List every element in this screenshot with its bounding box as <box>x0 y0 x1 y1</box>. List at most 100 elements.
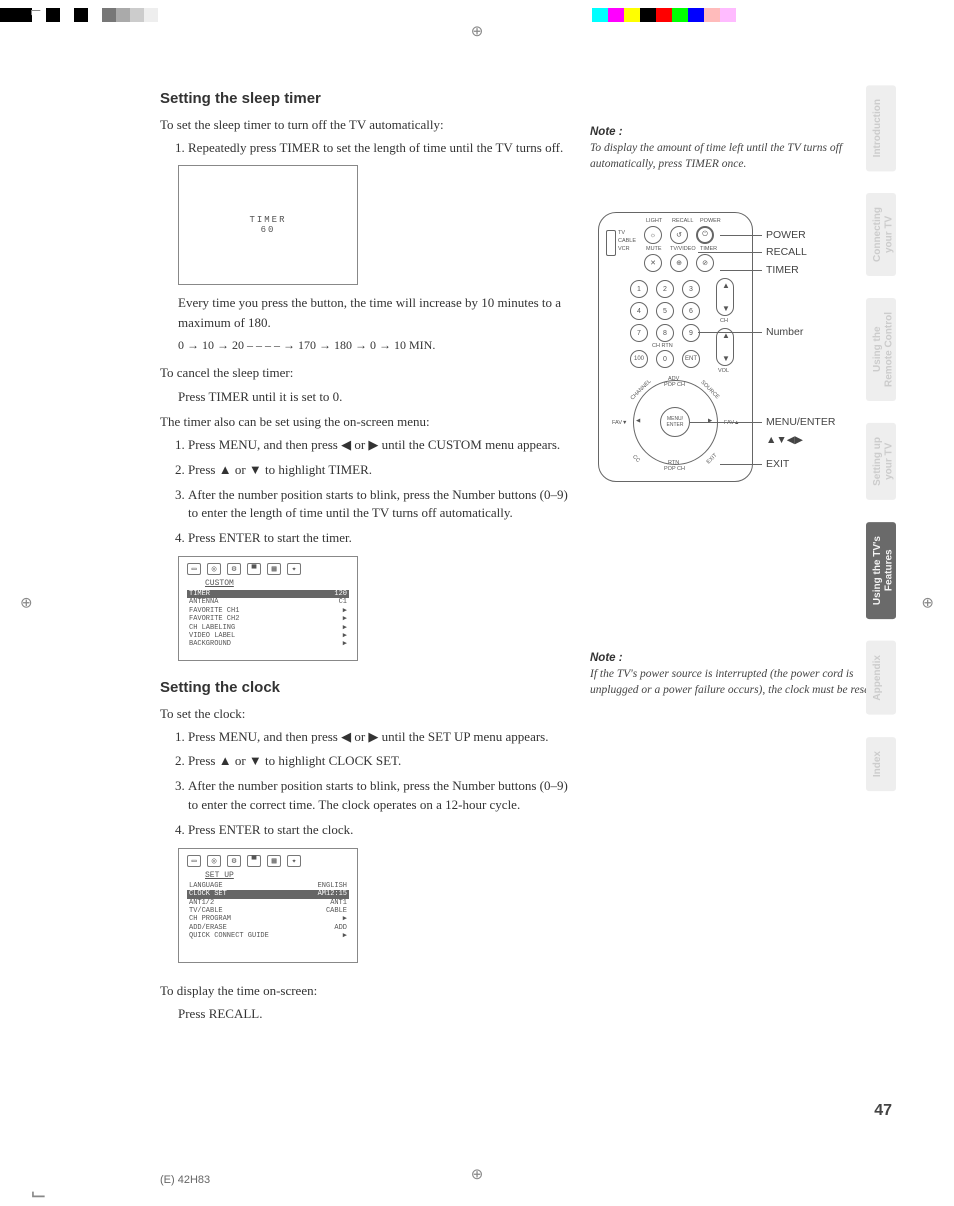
ch-rocker: ▲ ▼ <box>716 278 734 316</box>
menu-tab-icon: ✦ <box>287 563 301 575</box>
timer-sequence: 0 → 10 → 20 – – – – → 170 → 180 → 0 → 10… <box>178 338 570 353</box>
menu-row-value: 120 <box>334 590 347 598</box>
section-tab: Setting up your TV <box>866 423 896 500</box>
menu-icon-row: ▭◎⚙▀▦✦ <box>187 855 349 867</box>
color-swatch <box>764 8 778 22</box>
num-4: 4 <box>630 302 648 320</box>
menu-row-label: CH LABELING <box>189 624 235 632</box>
menu-row-label: ADD/ERASE <box>189 924 227 932</box>
main-column: Setting the sleep timer To set the sleep… <box>160 90 570 1030</box>
menu-tab-icon: ▭ <box>187 563 201 575</box>
menu-title: CUSTOM <box>205 579 349 588</box>
num-5: 5 <box>656 302 674 320</box>
callout-recall: RECALL <box>766 246 807 258</box>
section-tabs: Introduction Connecting your TV Using the … <box>866 85 896 791</box>
menu-row-value: ▶ <box>343 632 347 640</box>
list-item: After the number position starts to blin… <box>188 486 570 524</box>
osmenu-intro: The timer also can be set using the on-s… <box>160 412 570 432</box>
custom-menu-box: ▭◎⚙▀▦✦ CUSTOM TIMER120ANTENNAC1FAVORITE … <box>178 556 358 661</box>
switch-label-cable: CABLE <box>618 238 636 244</box>
menu-icon-row: ▭◎⚙▀▦✦ <box>187 563 349 575</box>
menu-row: CH PROGRAM▶ <box>187 915 349 923</box>
menu-tab-icon: ▦ <box>267 563 281 575</box>
menu-row: FAVORITE CH2▶ <box>187 615 349 623</box>
menu-row-value: ▶ <box>343 624 347 632</box>
color-swatch <box>88 8 102 22</box>
after-box-text: Every time you press the button, the tim… <box>178 293 570 332</box>
menu-row: ADD/ERASE ADD <box>187 924 349 932</box>
list-item: Repeatedly press TIMER to set the length… <box>188 139 570 158</box>
callout-line <box>698 332 762 333</box>
color-swatch <box>672 8 688 22</box>
clock-steps: Press MENU, and then press ◀ or ▶ until … <box>160 728 570 840</box>
color-swatch <box>656 8 672 22</box>
callout-menu-enter: MENU/ENTER <box>766 416 835 428</box>
callout-line <box>698 252 762 253</box>
menu-row-label: LANGUAGE <box>189 882 223 890</box>
menu-row-label: TV/CABLE <box>189 907 223 915</box>
menu-tab-icon: ▀ <box>247 563 261 575</box>
menu-tab-icon: ▭ <box>187 855 201 867</box>
menu-row: BACKGROUND▶ <box>187 640 349 648</box>
menu-tab-icon: ◎ <box>207 563 221 575</box>
registration-mark-left: ⊕ <box>20 594 33 613</box>
section-tab: Index <box>866 737 896 791</box>
sleep-steps-2: Press MENU, and then press ◀ or ▶ until … <box>160 436 570 548</box>
callout-exit: EXIT <box>766 458 789 470</box>
footer-model: (E) 42H83 <box>160 1174 210 1186</box>
osd-line: TIMER <box>249 215 286 225</box>
display-time-intro: To display the time on-screen: <box>160 981 570 1001</box>
power-button: ⏻ <box>696 226 714 244</box>
note-label: Note : <box>590 652 890 664</box>
menu-row-value: ▶ <box>343 607 347 615</box>
menu-row: QUICK CONNECT GUIDE▶ <box>187 932 349 940</box>
label-favdn: FAV▼ <box>612 420 627 426</box>
menu-row: ANT1/2ANT1 <box>187 899 349 907</box>
label-chrtn: CH RTN <box>652 343 673 349</box>
registration-mark-right: ⊕ <box>921 594 934 613</box>
menu-row-value: ADD <box>334 924 347 932</box>
num-0: 0 <box>656 350 674 368</box>
print-color-bar <box>0 8 954 22</box>
color-swatch <box>624 8 640 22</box>
ent-button: ENT <box>682 350 700 368</box>
section-tab: Connecting your TV <box>866 193 896 276</box>
menu-row: VIDEO LABEL▶ <box>187 632 349 640</box>
section-tab: Using the Remote Control <box>866 298 896 401</box>
list-item: Press ▲ or ▼ to highlight CLOCK SET. <box>188 752 570 771</box>
menu-tab-icon: ◎ <box>207 855 221 867</box>
num-2: 2 <box>656 280 674 298</box>
menu-row-label: CLOCK SET <box>189 890 227 898</box>
callout-power: POWER <box>766 229 806 241</box>
num-9: 9 <box>682 324 700 342</box>
menu-row-value: ▶ <box>343 915 347 923</box>
registration-mark-top: ⊕ <box>471 22 484 41</box>
sleep-steps-1: Repeatedly press TIMER to set the length… <box>160 139 570 158</box>
mute-button: ✕ <box>644 254 662 272</box>
color-swatch <box>704 8 720 22</box>
crop-mark-tl: ⌐ <box>30 0 41 23</box>
osd-line: 60 <box>261 225 276 235</box>
callout-line <box>690 422 762 423</box>
menu-tab-icon: ▀ <box>247 855 261 867</box>
remote-diagram-wrap: TV CABLE VCR LIGHT RECALL POWER ☼ ↺ ⏻ MU… <box>590 212 890 522</box>
mode-switch <box>606 230 616 256</box>
menu-row-value: ▶ <box>343 640 347 648</box>
section-tab: Introduction <box>866 85 896 171</box>
color-swatch <box>74 8 88 22</box>
color-swatch <box>158 8 172 22</box>
label-popch: POP CH <box>664 382 685 388</box>
color-swatch <box>592 8 608 22</box>
menu-row-value: ENGLISH <box>318 882 347 890</box>
vol-rocker: ▲ ▼ <box>716 328 734 366</box>
color-swatch <box>608 8 624 22</box>
recall-button: ↺ <box>670 226 688 244</box>
menu-row: ANTENNAC1 <box>187 598 349 606</box>
num-8: 8 <box>656 324 674 342</box>
menu-row-label: FAVORITE CH1 <box>189 607 239 615</box>
menu-row: CH LABELING ▶ <box>187 624 349 632</box>
chevron-down-icon: ▼ <box>722 354 730 363</box>
timer-button: ⊘ <box>696 254 714 272</box>
label-favup: FAV▲ <box>724 420 739 426</box>
menu-tab-icon: ▦ <box>267 855 281 867</box>
